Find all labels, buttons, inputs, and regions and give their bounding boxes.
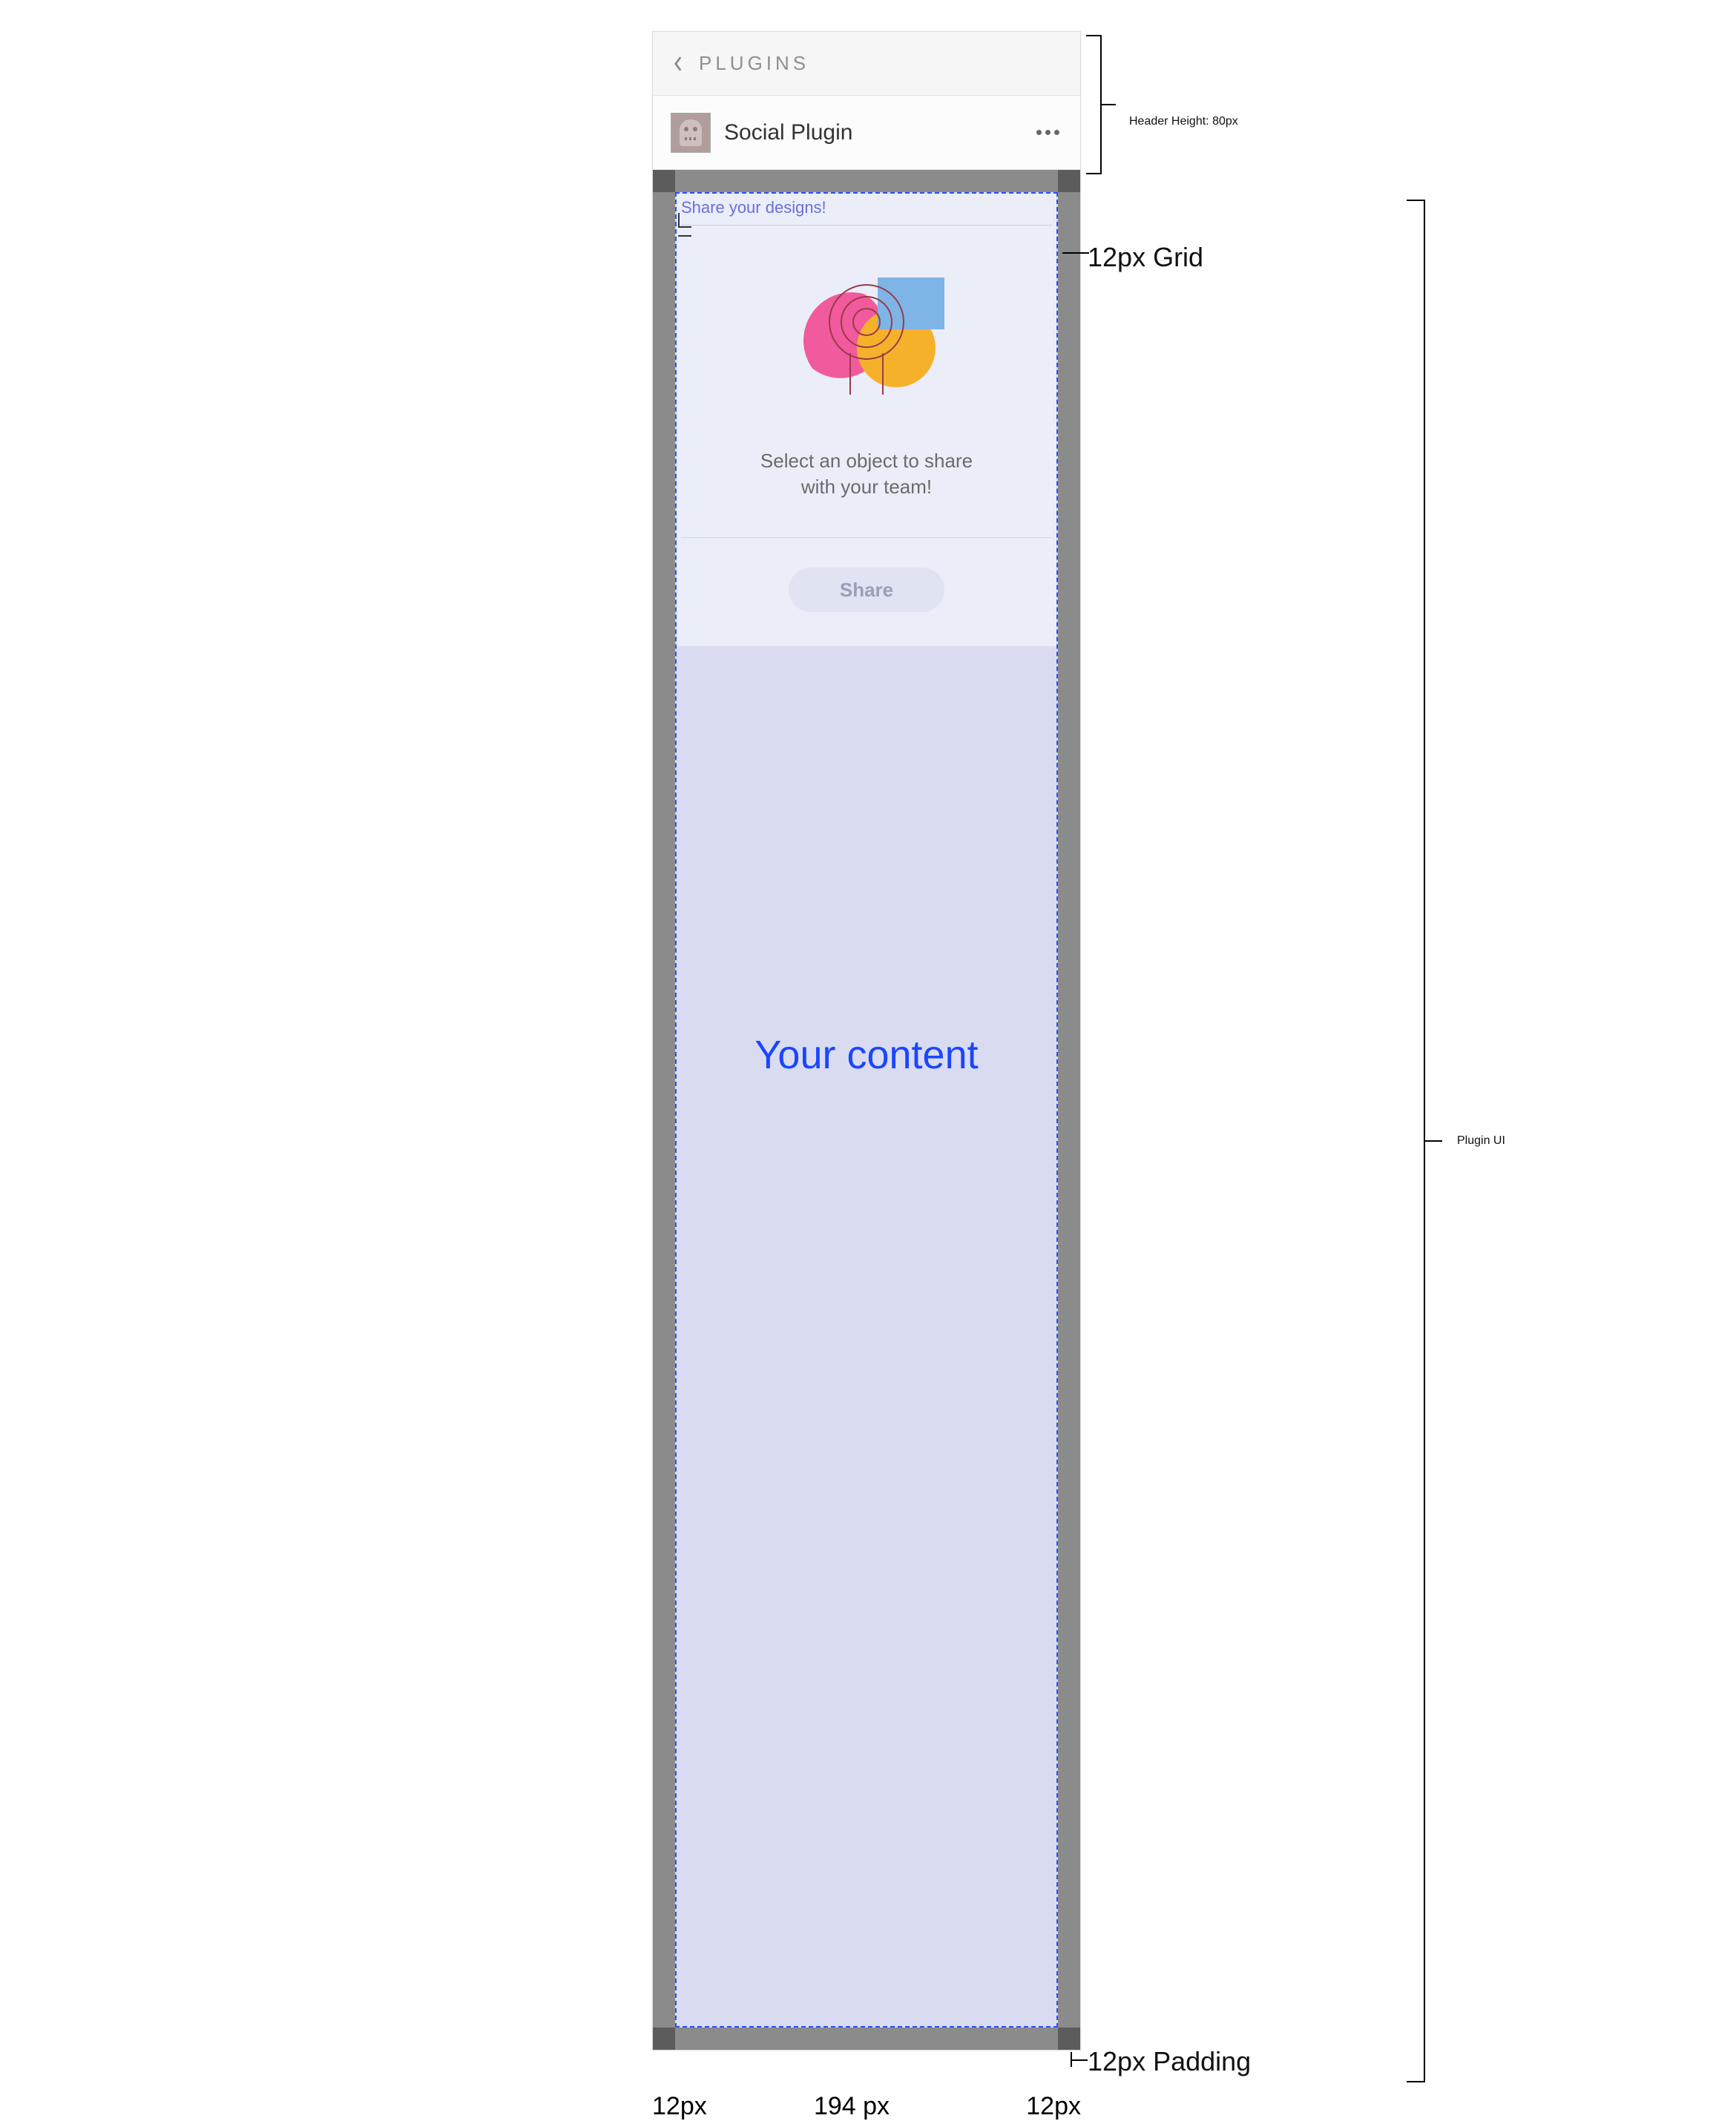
- annotation-plugin-ui: Plugin UI: [1405, 199, 1505, 2083]
- annotation-label: Header Height: 80px: [1129, 115, 1238, 128]
- padding-corner: [1058, 2028, 1080, 2050]
- share-button[interactable]: Share: [789, 568, 944, 612]
- more-icon[interactable]: [1033, 118, 1062, 148]
- annotation-label: 12px Grid: [1088, 242, 1203, 273]
- annotation-connector: [1071, 2059, 1088, 2061]
- plugin-icon: [671, 113, 711, 153]
- plugin-ui-area: Share your designs!: [675, 192, 1058, 2028]
- annotation-padding: 12px Padding: [1088, 2046, 1251, 2077]
- hero-illustration: [677, 255, 1056, 411]
- hero-line1: Select an object to share: [760, 450, 973, 472]
- padding-band-top: [653, 170, 1080, 192]
- hero-line2: with your team!: [801, 476, 932, 498]
- dimension-left: 12px: [652, 2092, 682, 2121]
- back-icon[interactable]: [671, 56, 685, 71]
- dimension-center: 194 px: [682, 2092, 1022, 2121]
- padding-corner: [653, 170, 675, 192]
- padding-corner: [653, 2028, 675, 2050]
- hero-text: Select an object to share with your team…: [677, 448, 1056, 537]
- plugin-panel: PLUGINS Social Plugin Share your designs…: [652, 31, 1081, 2051]
- tagline: Share your designs!: [677, 198, 1056, 225]
- plugin-title-row: Social Plugin: [653, 96, 1080, 170]
- plugin-title: Social Plugin: [724, 120, 1019, 145]
- annotation-label: Plugin UI: [1457, 1134, 1505, 1148]
- padding-corner: [1058, 170, 1080, 192]
- annotation-label: 12px Padding: [1088, 2046, 1251, 2077]
- share-card: Share your designs!: [677, 194, 1056, 646]
- content-placeholder: Your content: [677, 1032, 1056, 1078]
- padding-band-bottom: [653, 2028, 1080, 2050]
- annotation-grid: 12px Grid: [1088, 242, 1203, 273]
- breadcrumb-label[interactable]: PLUGINS: [699, 52, 809, 75]
- divider: [681, 225, 1052, 226]
- annotation-header-height: Header Height: 80px: [1085, 34, 1238, 175]
- annotation-connector: [1062, 252, 1089, 254]
- padding-band-left: [653, 170, 675, 2050]
- panel-header: PLUGINS: [653, 32, 1080, 96]
- divider: [681, 537, 1052, 538]
- ghost-icon: [680, 119, 702, 146]
- grid-marker-icon: [678, 226, 700, 249]
- dimension-row: 12px 194 px 12px: [652, 2092, 1081, 2121]
- padding-band-right: [1058, 170, 1080, 2050]
- dimension-right: 12px: [1022, 2092, 1081, 2121]
- content-padding-frame: Share your designs!: [653, 170, 1080, 2050]
